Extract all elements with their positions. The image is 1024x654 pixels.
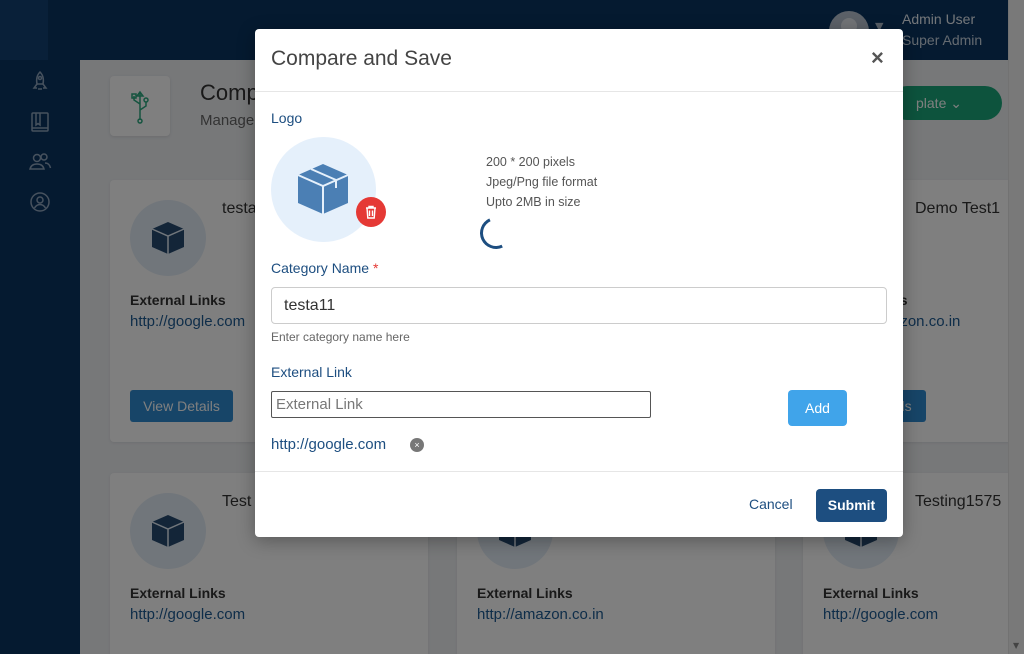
category-name-label: Category Name * bbox=[271, 260, 378, 276]
category-name-input[interactable]: testa11 bbox=[271, 287, 887, 324]
remove-link-icon[interactable]: × bbox=[410, 438, 424, 452]
logo-hint-max-size: Upto 2MB in size bbox=[486, 195, 581, 209]
category-name-helper: Enter category name here bbox=[271, 330, 410, 344]
logo-hint-format: Jpeg/Png file format bbox=[486, 175, 598, 189]
trash-icon bbox=[366, 205, 376, 219]
modal-header: Compare and Save × bbox=[255, 29, 903, 92]
submit-button[interactable]: Submit bbox=[816, 489, 887, 522]
category-name-label-text: Category Name bbox=[271, 260, 370, 276]
loading-spinner bbox=[475, 212, 517, 254]
close-icon[interactable]: × bbox=[871, 45, 884, 71]
external-link-label: External Link bbox=[271, 364, 352, 380]
required-mark: * bbox=[372, 260, 379, 276]
delete-logo-button[interactable] bbox=[356, 197, 386, 227]
compare-and-save-modal: Compare and Save × Logo 200 * 200 pixels… bbox=[255, 29, 903, 537]
logo-hint-size: 200 * 200 pixels bbox=[486, 155, 575, 169]
external-link-input[interactable] bbox=[271, 391, 651, 418]
modal-footer: Cancel Submit bbox=[255, 471, 903, 537]
cancel-button[interactable]: Cancel bbox=[749, 496, 793, 512]
added-link[interactable]: http://google.com bbox=[271, 436, 386, 453]
modal-title: Compare and Save bbox=[271, 47, 452, 70]
logo-label: Logo bbox=[271, 110, 303, 126]
add-link-button[interactable]: Add bbox=[788, 390, 847, 426]
